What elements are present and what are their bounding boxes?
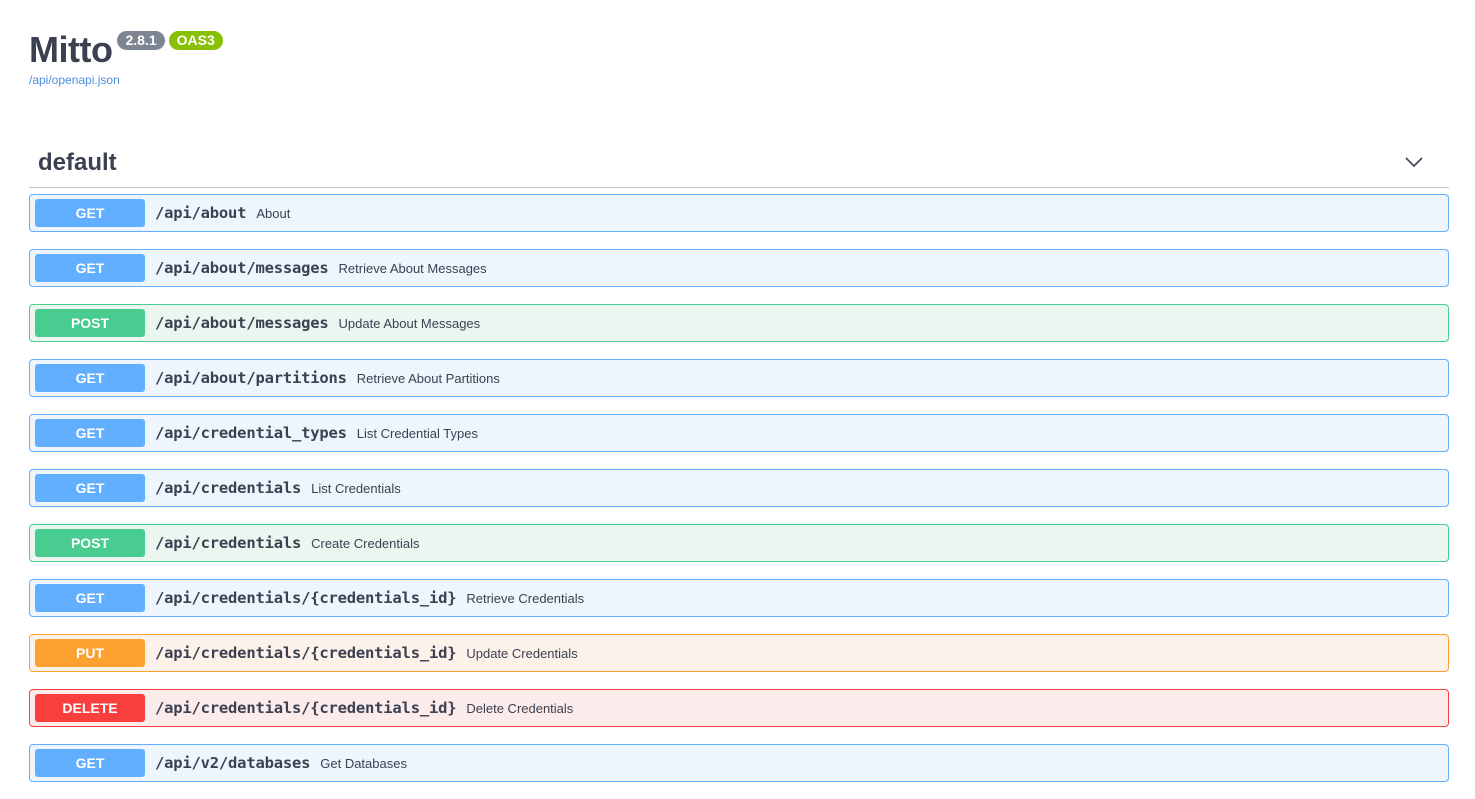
- operation-row[interactable]: GET/api/about/messages Retrieve About Mes…: [29, 249, 1449, 287]
- method-badge: GET: [35, 254, 145, 282]
- operation-path: /api/credentials: [155, 534, 302, 552]
- operation-row[interactable]: GET/api/about/partitions Retrieve About P…: [29, 359, 1449, 397]
- operation-row[interactable]: POST/api/credentials Create Credentials: [29, 524, 1449, 562]
- operation-row[interactable]: GET/api/credential_types List Credential …: [29, 414, 1449, 452]
- operation-row[interactable]: GET/api/v2/databases Get Databases: [29, 744, 1449, 782]
- operation-row[interactable]: GET/api/about About: [29, 194, 1449, 232]
- method-badge: GET: [35, 364, 145, 392]
- method-badge: GET: [35, 199, 145, 227]
- section-header[interactable]: default: [29, 140, 1449, 188]
- method-badge: PUT: [35, 639, 145, 667]
- operation-row[interactable]: DELETE/api/credentials/{credentials_id} D…: [29, 689, 1449, 727]
- operation-path: /api/about/messages: [155, 259, 329, 277]
- method-badge: POST: [35, 529, 145, 557]
- operation-path: /api/credentials/{credentials_id}: [155, 644, 457, 662]
- operation-path: /api/credential_types: [155, 424, 347, 442]
- section-title: default: [38, 148, 117, 176]
- operation-path: /api/about/partitions: [155, 369, 347, 387]
- method-badge: GET: [35, 749, 145, 777]
- operations-list: GET/api/about About GET/api/about/messages…: [29, 194, 1449, 782]
- operation-row[interactable]: PUT/api/credentials/{credentials_id} Upda…: [29, 634, 1449, 672]
- oas-badge: OAS3: [168, 31, 223, 50]
- tag-section-default: default GET/api/about About GET/api/about/…: [29, 140, 1449, 799]
- operation-summary: Update Credentials: [466, 645, 578, 661]
- operation-summary: About: [256, 205, 291, 221]
- method-badge: GET: [35, 584, 145, 612]
- operation-summary: Retrieve Credentials: [466, 590, 585, 606]
- operation-summary: Retrieve About Messages: [338, 260, 487, 276]
- method-badge: GET: [35, 474, 145, 502]
- operation-path: /api/credentials/{credentials_id}: [155, 589, 457, 607]
- method-badge: POST: [35, 309, 145, 337]
- spec-url-link[interactable]: /api/openapi.json: [29, 73, 223, 87]
- operation-summary: List Credential Types: [356, 425, 478, 441]
- version-badge: 2.8.1: [117, 31, 165, 50]
- operation-summary: Create Credentials: [311, 535, 420, 551]
- operation-summary: Delete Credentials: [466, 700, 574, 716]
- operation-row[interactable]: GET/api/credentials/{credentials_id} Retr…: [29, 579, 1449, 617]
- chevron-down-icon[interactable]: [1404, 152, 1424, 172]
- method-badge: GET: [35, 419, 145, 447]
- operation-summary: List Credentials: [311, 480, 401, 496]
- title-row: Mitto 2.8.1 OAS3: [29, 28, 223, 72]
- api-info: Mitto 2.8.1 OAS3 /api/openapi.json: [29, 28, 223, 87]
- operation-path: /api/about: [155, 204, 247, 222]
- operation-path: /api/about/messages: [155, 314, 329, 332]
- operation-path: /api/credentials/{credentials_id}: [155, 699, 457, 717]
- method-badge: DELETE: [35, 694, 145, 722]
- api-title: Mitto: [29, 29, 113, 70]
- operation-path: /api/credentials: [155, 479, 302, 497]
- operation-row[interactable]: GET/api/credentials List Credentials: [29, 469, 1449, 507]
- operation-summary: Retrieve About Partitions: [356, 370, 500, 386]
- operation-summary: Update About Messages: [338, 315, 481, 331]
- operation-row[interactable]: POST/api/about/messages Update About Mess…: [29, 304, 1449, 342]
- operation-summary: Get Databases: [320, 755, 407, 771]
- operation-path: /api/v2/databases: [155, 754, 311, 772]
